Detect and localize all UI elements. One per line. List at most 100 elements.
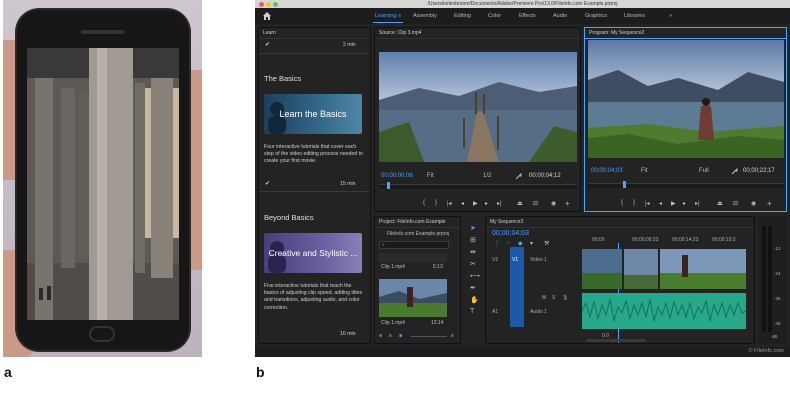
step-forward-icon[interactable]: ▸ bbox=[683, 200, 686, 207]
snap-icon[interactable]: ⋮ bbox=[494, 240, 500, 247]
project-footer: ■ ≡ ■ ≡ bbox=[379, 333, 457, 341]
program-playhead[interactable] bbox=[623, 181, 626, 188]
learn-panel: Learn ✔ 2 min The Basics Learn the Basic… bbox=[258, 27, 371, 344]
source-fit-select[interactable]: Fit bbox=[427, 173, 434, 179]
mark-out-icon[interactable]: } bbox=[633, 200, 635, 206]
mute-icon[interactable]: M bbox=[542, 295, 546, 301]
tab-color[interactable]: Color bbox=[488, 8, 501, 24]
source-scrubber[interactable] bbox=[379, 184, 577, 189]
figure-label-b: b bbox=[256, 364, 265, 380]
pen-tool-icon[interactable]: ✒ bbox=[470, 284, 476, 292]
hand-tool-icon[interactable]: ✋ bbox=[470, 296, 479, 304]
figure-label-a: a bbox=[4, 364, 12, 380]
source-resolution-select[interactable]: 1/2 bbox=[483, 173, 491, 179]
add-button-icon[interactable]: + bbox=[767, 199, 772, 208]
program-resolution-select[interactable]: Full bbox=[699, 168, 709, 174]
mark-in-icon[interactable]: { bbox=[423, 200, 425, 206]
clip2-thumbnail[interactable] bbox=[379, 279, 447, 317]
video-clips[interactable] bbox=[582, 249, 746, 289]
linked-selection-icon[interactable]: ∩ bbox=[506, 240, 510, 246]
step-forward-icon[interactable]: ▸ bbox=[485, 200, 488, 207]
overwrite-icon[interactable]: ⊟ bbox=[533, 200, 538, 207]
step-back-icon[interactable]: ◂ bbox=[659, 200, 662, 207]
program-monitor: Program: My Sequence2 00;00;04;03 Fit Fu… bbox=[584, 27, 787, 212]
right-meter bbox=[768, 226, 772, 332]
add-button-icon[interactable]: + bbox=[565, 199, 570, 208]
go-to-in-icon[interactable]: |◂ bbox=[447, 200, 452, 207]
ripple-edit-tool-icon[interactable]: ⇹ bbox=[470, 248, 476, 256]
meter-scale: -12 bbox=[774, 246, 781, 251]
source-playhead[interactable] bbox=[387, 182, 390, 189]
divider bbox=[259, 191, 370, 192]
wrench-icon[interactable] bbox=[731, 168, 738, 175]
tile-creative-label: Creative and Stylistic ... bbox=[268, 248, 358, 258]
watermark: © FileInfo.com bbox=[748, 348, 784, 354]
go-to-out-icon[interactable]: ▸| bbox=[497, 200, 502, 207]
tab-graphics[interactable]: Graphics bbox=[585, 8, 607, 24]
slip-tool-icon[interactable]: ⟷ bbox=[470, 272, 480, 280]
play-icon[interactable]: ▶ bbox=[473, 200, 478, 207]
export-frame-icon[interactable]: ◉ bbox=[751, 200, 756, 207]
lift-icon[interactable]: ⏏ bbox=[717, 200, 723, 207]
clip2-name[interactable]: Clip 1.mp4 bbox=[381, 320, 405, 326]
ruler-tick: 00;00;09;23 bbox=[632, 237, 659, 243]
pantheon-columns-image bbox=[27, 48, 179, 320]
project-panel-title: Project: FileInfo.com Example bbox=[375, 217, 460, 228]
section-basics-title: The Basics bbox=[264, 74, 302, 83]
tab-libraries[interactable]: Libraries bbox=[624, 8, 645, 24]
mark-in-icon[interactable]: { bbox=[621, 200, 623, 206]
program-fit-select[interactable]: Fit bbox=[641, 168, 648, 174]
timeline-timecode[interactable]: 00;00;04;03 bbox=[492, 230, 529, 237]
type-tool-icon[interactable]: T bbox=[470, 308, 474, 315]
wrench-icon[interactable] bbox=[515, 173, 522, 180]
track-a1-label: A1 bbox=[492, 309, 499, 315]
go-to-in-icon[interactable]: |◂ bbox=[645, 200, 650, 207]
extract-icon[interactable]: ⊟ bbox=[733, 200, 738, 207]
home-icon[interactable] bbox=[263, 12, 271, 20]
audio-track-name: Audio 1 bbox=[530, 309, 547, 315]
project-panel: Project: FileInfo.com Example FileInfo.c… bbox=[374, 216, 461, 344]
tab-assembly[interactable]: Assembly bbox=[413, 8, 437, 24]
program-timecode[interactable]: 00;00;04;03 bbox=[591, 168, 623, 174]
selection-tool-icon[interactable]: ➤ bbox=[470, 224, 476, 232]
tutorial-tile-creative[interactable]: Creative and Stylistic ... bbox=[264, 233, 362, 273]
meter-scale: -48 bbox=[774, 321, 781, 326]
workspace-overflow-icon[interactable]: » bbox=[669, 8, 672, 24]
program-video-frame bbox=[588, 40, 784, 158]
zoom-slider[interactable] bbox=[411, 336, 447, 337]
list-view-icon[interactable]: ≡ bbox=[389, 333, 392, 339]
export-frame-icon[interactable]: ◉ bbox=[551, 200, 556, 207]
play-icon[interactable]: ▶ bbox=[671, 200, 676, 207]
source-timecode[interactable]: 00;00;00;06 bbox=[381, 173, 413, 179]
tab-effects[interactable]: Effects bbox=[519, 8, 536, 24]
microphone-icon[interactable]: 🎙 bbox=[562, 295, 568, 301]
track-select-tool-icon[interactable]: ⊞ bbox=[470, 236, 476, 244]
solo-icon[interactable]: S bbox=[552, 295, 555, 301]
clip1-name[interactable]: Clip 1.mp4 bbox=[381, 264, 405, 270]
lock-icon[interactable]: ■ bbox=[379, 333, 382, 339]
go-to-out-icon[interactable]: ▸| bbox=[695, 200, 700, 207]
razor-tool-icon[interactable]: ✂ bbox=[470, 260, 476, 268]
insert-icon[interactable]: ⏏ bbox=[517, 200, 523, 207]
icon-view-icon[interactable]: ■ bbox=[399, 333, 402, 339]
marker-icon[interactable]: ◆ bbox=[518, 240, 523, 247]
audio-clip-waveform[interactable] bbox=[582, 293, 746, 329]
tab-audio[interactable]: Audio bbox=[553, 8, 567, 24]
phone-speaker bbox=[81, 30, 125, 34]
audio-meters: -12 -24 -36 -48 dB bbox=[758, 216, 787, 344]
timeline-zoom-scrollbar[interactable] bbox=[586, 339, 646, 342]
program-scrubber[interactable] bbox=[588, 183, 784, 188]
tab-editing[interactable]: Editing bbox=[454, 8, 471, 24]
tutorial-tile-basics[interactable]: Learn the Basics bbox=[264, 94, 362, 134]
beyond-duration: 16 min bbox=[340, 331, 356, 337]
divider bbox=[259, 53, 370, 54]
meter-unit: dB bbox=[772, 334, 778, 339]
wrench-icon[interactable]: ⚒ bbox=[544, 240, 549, 247]
step-back-icon[interactable]: ◂ bbox=[461, 200, 464, 207]
basics-duration: 15 min bbox=[340, 181, 356, 187]
project-search-input[interactable]: ⌕ bbox=[379, 241, 449, 249]
menu-icon[interactable]: ≡ bbox=[451, 333, 454, 339]
clip-thumbnail-partial[interactable] bbox=[379, 253, 447, 262]
settings-icon[interactable]: ▾ bbox=[530, 240, 533, 247]
mark-out-icon[interactable]: } bbox=[435, 200, 437, 206]
